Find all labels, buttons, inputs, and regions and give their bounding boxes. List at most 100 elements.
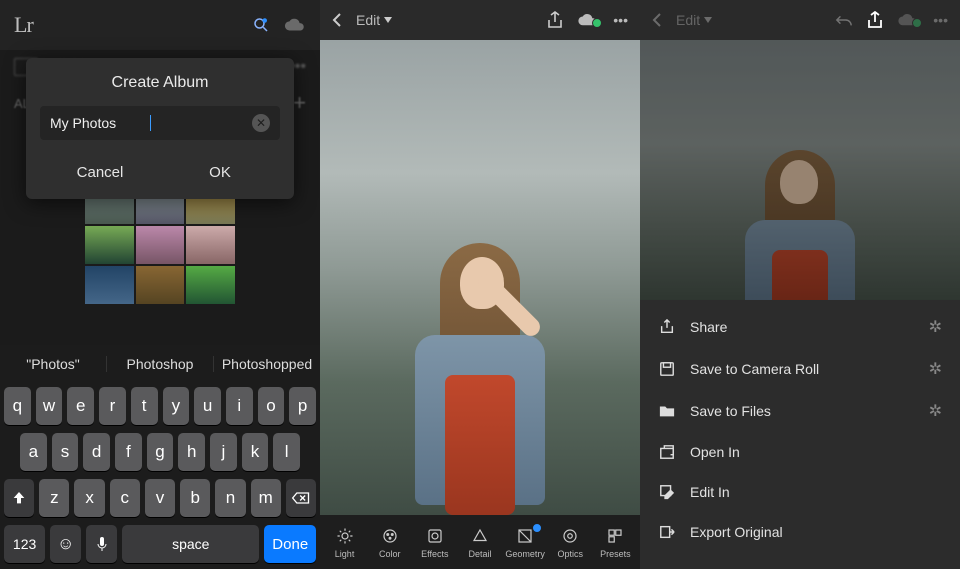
share-icon[interactable] — [867, 11, 883, 29]
key-backspace[interactable] — [286, 479, 316, 517]
key-z[interactable]: z — [39, 479, 69, 517]
key-w[interactable]: w — [36, 387, 63, 425]
panel3-topbar: Edit ••• — [640, 0, 960, 40]
tool-geometry[interactable]: Geometry — [503, 526, 548, 559]
menu-share[interactable]: Share ✲ — [640, 306, 960, 348]
more-icon[interactable]: ••• — [613, 12, 628, 28]
key-l[interactable]: l — [273, 433, 300, 471]
panel2-topbar: Edit ••• — [320, 0, 640, 40]
edit-dropdown[interactable]: Edit — [676, 12, 712, 28]
save-icon — [658, 360, 676, 378]
back-icon[interactable] — [652, 12, 662, 28]
album-name-field[interactable]: My Photos ✕ — [40, 106, 280, 140]
key-e[interactable]: e — [67, 387, 94, 425]
key-done[interactable]: Done — [264, 525, 316, 563]
photo-preview[interactable] — [320, 40, 640, 515]
suggestion[interactable]: "Photos" — [0, 356, 107, 372]
menu-edit-in[interactable]: Edit In — [640, 472, 960, 512]
light-icon — [335, 526, 355, 546]
thumb[interactable] — [136, 266, 185, 304]
key-c[interactable]: c — [110, 479, 140, 517]
edit-toolbar: Light Color Effects Detail Geometry Opti… — [320, 515, 640, 569]
cloud-icon[interactable] — [284, 17, 306, 33]
key-x[interactable]: x — [74, 479, 104, 517]
thumb[interactable] — [85, 266, 134, 304]
key-r[interactable]: r — [99, 387, 126, 425]
thumb[interactable] — [186, 266, 235, 304]
ok-button[interactable]: OK — [160, 154, 280, 191]
key-g[interactable]: g — [147, 433, 174, 471]
menu-camera-roll[interactable]: Save to Camera Roll ✲ — [640, 348, 960, 390]
edit-panel: Edit ••• Light Color Effects Detail Geom… — [320, 0, 640, 569]
key-b[interactable]: b — [180, 479, 210, 517]
edit-label: Edit — [356, 12, 380, 28]
key-space[interactable]: space — [122, 525, 259, 563]
key-o[interactable]: o — [258, 387, 285, 425]
gear-icon[interactable]: ✲ — [929, 317, 942, 337]
cloud-sync-icon[interactable] — [577, 13, 599, 27]
clear-input-icon[interactable]: ✕ — [252, 114, 270, 132]
edit-dropdown[interactable]: Edit — [356, 12, 392, 28]
key-mic[interactable] — [86, 525, 117, 563]
undo-icon[interactable] — [835, 13, 853, 27]
thumb[interactable] — [85, 226, 134, 264]
text-caret — [150, 115, 151, 131]
share-menu: Share ✲ Save to Camera Roll ✲ Save to Fi… — [640, 300, 960, 569]
key-f[interactable]: f — [115, 433, 142, 471]
library-panel: Lr All Photos ••• ALL + Create Album My … — [0, 0, 320, 569]
edit-label: Edit — [676, 12, 700, 28]
thumb[interactable] — [136, 226, 185, 264]
key-k[interactable]: k — [242, 433, 269, 471]
gear-icon[interactable]: ✲ — [929, 401, 942, 421]
add-icon[interactable]: + — [293, 90, 306, 116]
key-i[interactable]: i — [226, 387, 253, 425]
open-in-icon — [658, 443, 676, 461]
key-a[interactable]: a — [20, 433, 47, 471]
gear-icon[interactable]: ✲ — [929, 359, 942, 379]
modal-title: Create Album — [40, 74, 280, 92]
folder-icon — [658, 402, 676, 420]
photo-subject — [405, 215, 555, 515]
key-y[interactable]: y — [163, 387, 190, 425]
key-u[interactable]: u — [194, 387, 221, 425]
key-v[interactable]: v — [145, 479, 175, 517]
more-icon[interactable]: ••• — [933, 12, 948, 28]
menu-open-in[interactable]: Open In — [640, 432, 960, 472]
share-icon[interactable] — [547, 11, 563, 29]
key-p[interactable]: p — [289, 387, 316, 425]
tool-color[interactable]: Color — [367, 526, 412, 559]
edit-in-icon — [658, 483, 676, 501]
key-shift[interactable] — [4, 479, 34, 517]
photo-subject — [740, 140, 860, 300]
key-d[interactable]: d — [83, 433, 110, 471]
keyboard: "Photos" Photoshop Photoshopped q w e r … — [0, 345, 320, 569]
suggestion[interactable]: Photoshop — [107, 356, 214, 372]
key-numeric[interactable]: 123 — [4, 525, 45, 563]
key-h[interactable]: h — [178, 433, 205, 471]
key-t[interactable]: t — [131, 387, 158, 425]
create-album-modal: Create Album My Photos ✕ Cancel OK — [26, 58, 294, 199]
tool-effects[interactable]: Effects — [412, 526, 457, 559]
back-icon[interactable] — [332, 12, 342, 28]
tool-optics[interactable]: Optics — [548, 526, 593, 559]
color-icon — [380, 526, 400, 546]
star-badge-icon — [532, 523, 542, 533]
share-panel: Edit ••• Share ✲ Save to Camera Roll ✲ S… — [640, 0, 960, 569]
thumb[interactable] — [186, 226, 235, 264]
tool-presets[interactable]: Presets — [593, 526, 638, 559]
key-s[interactable]: s — [52, 433, 79, 471]
menu-save-files[interactable]: Save to Files ✲ — [640, 390, 960, 432]
album-name-input[interactable]: My Photos — [50, 115, 151, 131]
cancel-button[interactable]: Cancel — [40, 154, 160, 191]
key-n[interactable]: n — [215, 479, 245, 517]
cloud-sync-icon[interactable] — [897, 13, 919, 27]
key-q[interactable]: q — [4, 387, 31, 425]
tool-light[interactable]: Light — [322, 526, 367, 559]
tool-detail[interactable]: Detail — [457, 526, 502, 559]
key-j[interactable]: j — [210, 433, 237, 471]
key-m[interactable]: m — [251, 479, 281, 517]
search-icon[interactable] — [252, 16, 270, 34]
key-emoji[interactable]: ☺ — [50, 525, 81, 563]
suggestion[interactable]: Photoshopped — [214, 356, 320, 372]
menu-export-original[interactable]: Export Original — [640, 512, 960, 552]
